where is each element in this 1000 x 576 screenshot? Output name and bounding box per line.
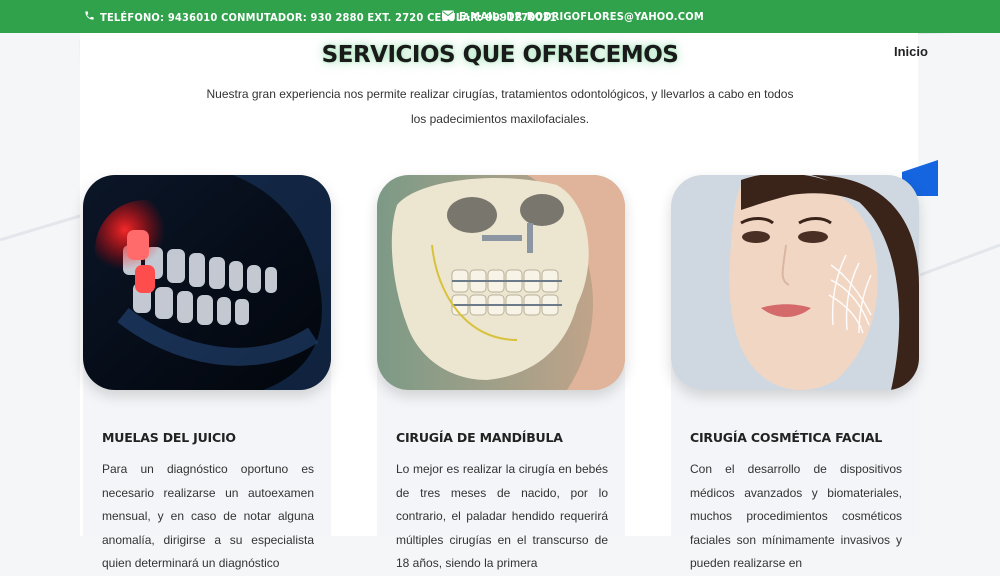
card-text: Con el desarrollo de dispositivos médico…: [690, 462, 902, 570]
wisdom-teeth-xray-image: [83, 175, 331, 390]
card-title[interactable]: MUELAS DEL JUICIO: [102, 430, 236, 445]
jaw-surgery-skull-image: [377, 175, 625, 390]
card-text: Lo mejor es realizar la cirugía en bebés…: [396, 462, 608, 570]
card-title[interactable]: CIRUGÍA DE MANDÍBULA: [396, 430, 563, 445]
email-text: E-MAIL: DR.RODRIGOFLORES@YAHOO.COM: [459, 10, 704, 23]
card-text: Para un diagnóstico oportuno es necesari…: [102, 462, 314, 570]
card-title[interactable]: CIRUGÍA COSMÉTICA FACIAL: [690, 430, 882, 445]
envelope-icon: [442, 10, 454, 23]
service-card-jaw-surgery[interactable]: CIRUGÍA DE MANDÍBULA Lo mejor es realiza…: [377, 175, 625, 570]
service-card-wisdom-teeth[interactable]: MUELAS DEL JUICIO Para un diagnóstico op…: [83, 175, 331, 570]
section-title: SERVICIOS QUE OFRECEMOS: [321, 42, 679, 68]
email-contact[interactable]: E-MAIL: DR.RODRIGOFLORES@YAHOO.COM: [442, 10, 704, 23]
phone-icon: [84, 10, 95, 24]
top-contact-bar: TELÉFONO: 9436010 CONMUTADOR: 930 2880 E…: [0, 0, 1000, 33]
section-intro: Nuestra gran experiencia nos permite rea…: [206, 87, 794, 126]
facial-cosmetic-woman-image: [671, 175, 919, 390]
service-card-facial-cosmetic[interactable]: CIRUGÍA COSMÉTICA FACIAL Con el desarrol…: [671, 175, 919, 570]
